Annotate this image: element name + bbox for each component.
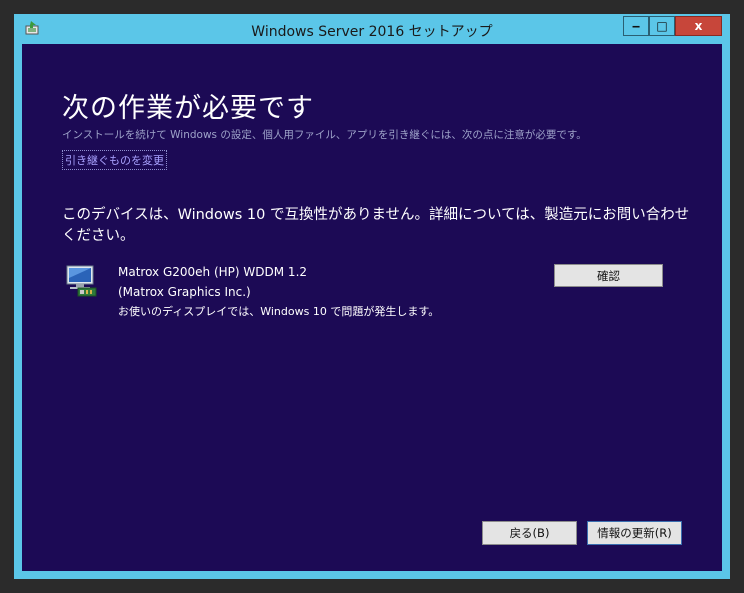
back-button[interactable]: 戻る(B) [482,521,577,545]
close-button[interactable]: x [675,16,722,36]
minimize-button[interactable]: ‒ [623,16,649,36]
change-what-to-keep-link[interactable]: 引き継ぐものを変更 [62,150,167,170]
page-subtitle: インストールを続けて Windows の設定、個人用ファイル、アプリを引き継ぐに… [62,129,587,141]
maximize-button[interactable]: □ [649,16,675,36]
confirm-button[interactable]: 確認 [554,264,663,287]
title-bar[interactable]: Windows Server 2016 セットアップ ‒ □ x [14,14,730,44]
setup-window: Windows Server 2016 セットアップ ‒ □ x 次の作業が必要… [14,14,730,579]
page-title: 次の作業が必要です [62,93,314,124]
device-issue-text: お使いのディスプレイでは、Windows 10 で問題が発生します。 [118,305,440,318]
device-name: Matrox G200eh (HP) WDDM 1.2 [118,265,308,279]
device-manufacturer: (Matrox Graphics Inc.) [118,285,251,299]
display-adapter-icon [66,265,97,297]
refresh-button[interactable]: 情報の更新(R) [587,521,682,545]
compatibility-message: このデバイスは、Windows 10 で互換性がありません。詳細については、製造… [62,207,690,244]
setup-content: 次の作業が必要です インストールを続けて Windows の設定、個人用ファイル… [22,44,722,571]
